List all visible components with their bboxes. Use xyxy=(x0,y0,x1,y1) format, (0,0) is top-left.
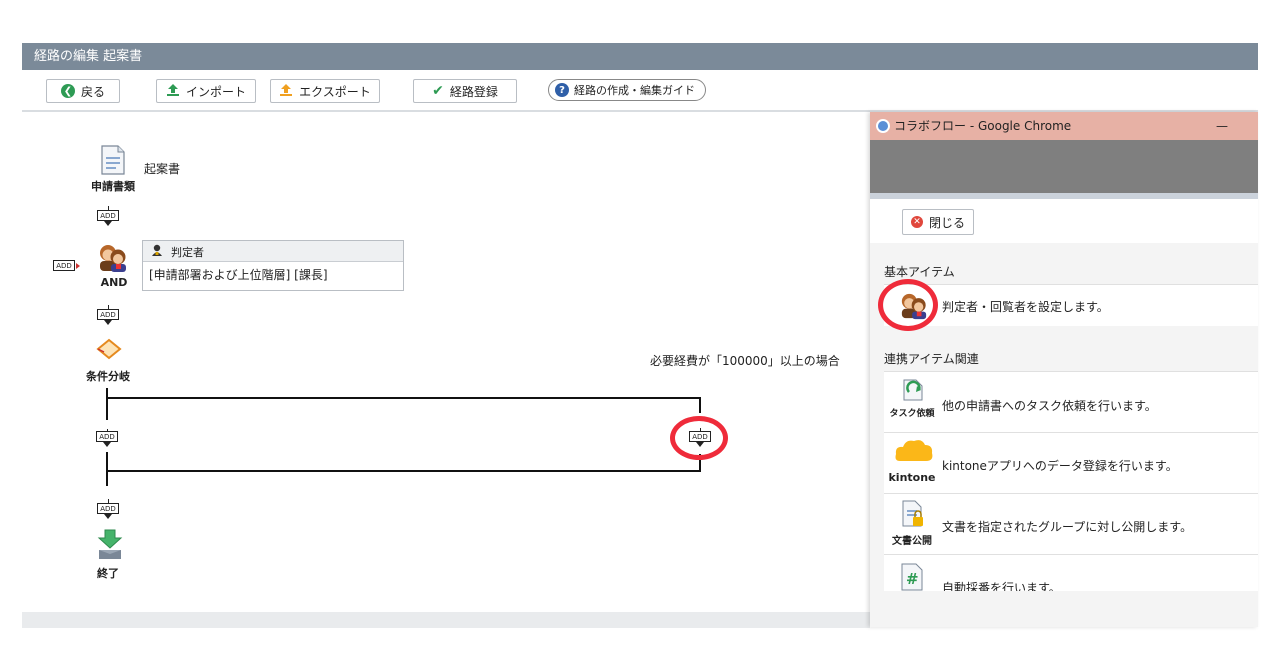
item-palette: 基本アイテム 判定者・回覧者を設定します。 連携アイテム関連 タスク依頼 他の申… xyxy=(870,243,1258,627)
back-button[interactable]: ❮ 戻る xyxy=(46,79,120,103)
add-button[interactable]: ADD xyxy=(97,499,119,521)
palette-item-text: 他の申請書へのタスク依頼を行います。 xyxy=(942,399,1157,413)
section-basic-items: 基本アイテム xyxy=(884,265,955,279)
svg-text:#: # xyxy=(906,570,919,588)
palette-item-text: 文書を指定されたグループに対し公開します。 xyxy=(942,520,1193,534)
collaboflow-popup-window: コラボフロー - Google Chrome — ✕ 閉じる 基本アイテム 判定… xyxy=(870,112,1258,627)
task-request-icon xyxy=(900,378,926,405)
end-label: 終了 xyxy=(97,567,119,580)
palette-fade xyxy=(884,591,1258,627)
chrome-app-icon xyxy=(876,119,890,133)
popup-address-bar xyxy=(870,140,1258,193)
palette-item-text: kintoneアプリへのデータ登録を行います。 xyxy=(942,459,1178,473)
palette-item-task-request[interactable]: タスク依頼 他の申請書へのタスク依頼を行います。 xyxy=(884,371,1258,432)
end-icon[interactable] xyxy=(97,528,123,565)
register-route-button[interactable]: ✔ 経路登録 xyxy=(413,79,517,103)
branch-diamond-icon[interactable] xyxy=(96,338,122,363)
approver-value: [申請部署および上位階層] [課長] xyxy=(149,268,328,282)
branch-label: 条件分岐 xyxy=(86,370,130,383)
application-name: 起案書 xyxy=(144,162,181,176)
palette-item-text: 判定者・回覧者を設定します。 xyxy=(942,300,1109,314)
add-button[interactable]: ADD xyxy=(53,260,80,282)
approver-card-title: 判定者 xyxy=(171,246,204,259)
add-button[interactable]: ADD xyxy=(96,429,118,451)
document-icon[interactable] xyxy=(100,145,126,178)
palette-item-caption: 文書公開 xyxy=(892,536,932,547)
palette-item-caption: タスク依頼 xyxy=(889,409,935,419)
palette-item-document-publish[interactable]: 文書公開 文書を指定されたグループに対し公開します。 xyxy=(884,493,1258,554)
upload-icon xyxy=(166,83,180,100)
check-icon: ✔ xyxy=(432,83,444,99)
download-icon xyxy=(279,83,293,100)
route-guide-button[interactable]: ? 経路の作成・編集ガイド xyxy=(548,79,706,101)
add-button[interactable]: ADD xyxy=(97,305,119,327)
auto-number-icon: # xyxy=(900,563,924,594)
export-button[interactable]: エクスポート xyxy=(270,79,380,103)
approver-type-label: AND xyxy=(100,276,128,289)
status-bar xyxy=(22,612,870,628)
person-icon xyxy=(151,244,163,260)
branch-condition-text: 必要経費が「100000」以上の場合 xyxy=(650,354,840,368)
back-button-label: 戻る xyxy=(80,84,105,99)
palette-item-kintone[interactable]: kintone kintoneアプリへのデータ登録を行います。 xyxy=(884,432,1258,493)
popup-window-title: コラボフロー - Google Chrome xyxy=(894,119,1072,133)
flow-canvas: 申請書類 起案書 ADD ADD AND 判定者 [申請部署および上位階層] [… xyxy=(22,112,870,612)
close-button-label: 閉じる xyxy=(928,215,965,230)
import-button[interactable]: インポート xyxy=(156,79,256,103)
flow-line xyxy=(106,397,701,399)
approver-card-header: 判定者 xyxy=(143,241,403,262)
highlight-ring xyxy=(878,279,938,331)
application-label: 申請書類 xyxy=(91,180,135,193)
guide-button-label: 経路の作成・編集ガイド xyxy=(574,84,695,97)
help-icon: ? xyxy=(555,83,569,97)
palette-item-approver[interactable]: 判定者・回覧者を設定します。 xyxy=(884,284,1258,326)
window-title: 経路の編集 起案書 xyxy=(22,43,1258,70)
flow-line xyxy=(699,397,701,413)
popup-toolbar: ✕ 閉じる xyxy=(870,199,1258,244)
add-button[interactable]: ADD xyxy=(97,206,119,228)
register-button-label: 経路登録 xyxy=(449,84,498,99)
palette-item-caption: kintone xyxy=(888,471,936,484)
flow-line xyxy=(106,452,108,486)
document-publish-icon xyxy=(900,500,926,531)
close-button[interactable]: ✕ 閉じる xyxy=(902,209,974,235)
close-icon: ✕ xyxy=(910,216,923,228)
section-integration-items: 連携アイテム関連 xyxy=(884,352,979,366)
toolbar: ❮ 戻る インポート エクスポート ✔ 経路登録 ? 経路の作成・編集ガイド xyxy=(22,70,1258,112)
approver-icon[interactable] xyxy=(97,243,129,276)
import-button-label: インポート xyxy=(185,84,246,99)
flow-line xyxy=(106,470,701,472)
highlight-ring xyxy=(670,416,728,460)
popup-titlebar: コラボフロー - Google Chrome — xyxy=(870,112,1258,140)
approver-card[interactable]: 判定者 [申請部署および上位階層] [課長] xyxy=(142,240,404,291)
kintone-icon xyxy=(894,437,934,470)
export-button-label: エクスポート xyxy=(299,84,371,99)
flow-line xyxy=(106,388,108,420)
minimize-button[interactable]: — xyxy=(1216,112,1228,140)
back-arrow-icon: ❮ xyxy=(60,84,75,98)
